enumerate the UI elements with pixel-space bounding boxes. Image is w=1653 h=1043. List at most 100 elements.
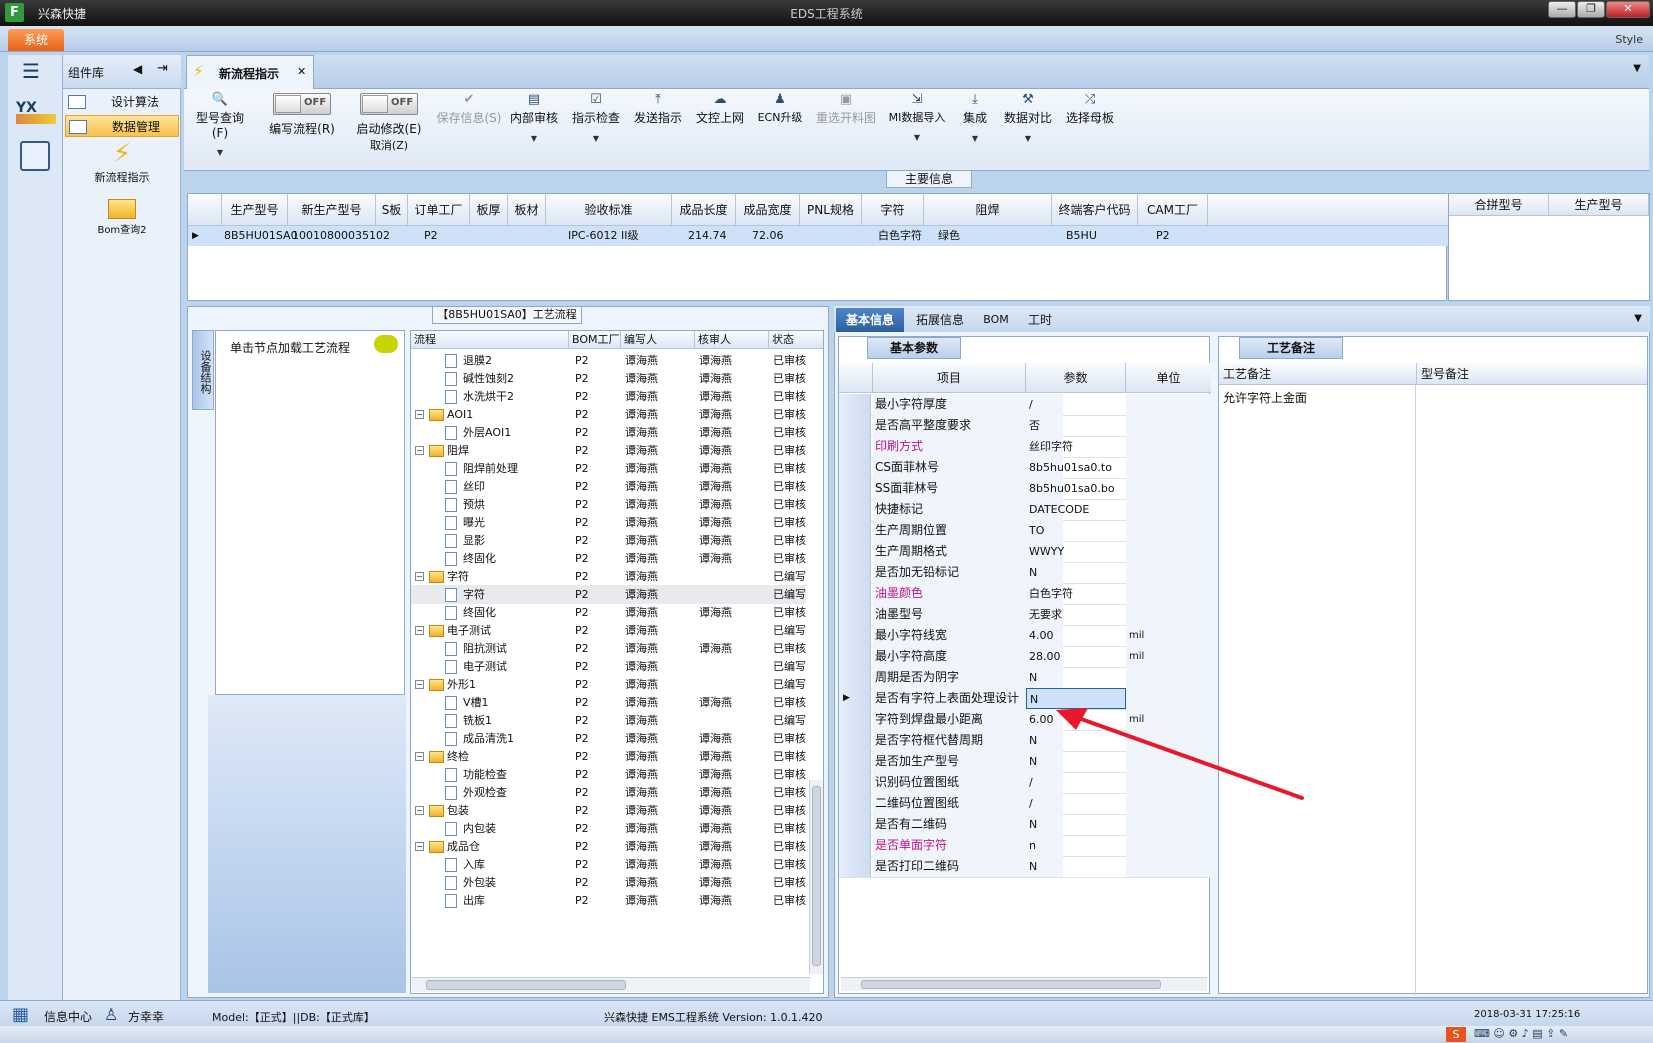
tree-header[interactable]: 状态 <box>769 331 823 349</box>
param-row[interactable]: 印刷方式 丝印字符 <box>839 436 1211 458</box>
row-selector[interactable] <box>839 499 871 520</box>
info-center-link[interactable]: 信息中心 <box>44 1008 92 1025</box>
row-selector[interactable] <box>839 583 871 604</box>
tab-bom[interactable]: BOM <box>976 308 1016 332</box>
param-row[interactable]: CS面菲林号 8b5hu01sa0.to <box>839 457 1211 479</box>
tab-basic-info[interactable]: 基本信息 <box>836 308 904 332</box>
instruction-check-button[interactable]: ☑ 指示检查 ▼ <box>568 89 624 171</box>
grid-header[interactable]: 工艺备注 <box>1219 363 1417 385</box>
grid-header[interactable]: 终端客户代码 <box>1052 194 1138 226</box>
collapse-left-icon[interactable]: ◀ <box>133 62 142 76</box>
tree-row[interactable]: 外包装 P2 谭海燕 谭海燕 已审核 <box>411 873 806 892</box>
row-selector[interactable] <box>839 793 871 814</box>
tree-row[interactable]: 丝印 P2 谭海燕 谭海燕 已审核 <box>411 477 806 496</box>
param-row[interactable]: 油墨颜色 白色字符 <box>839 583 1211 605</box>
grid-header[interactable]: 阻焊 <box>924 194 1052 226</box>
param-row[interactable]: 生产周期位置 TO <box>839 520 1211 542</box>
toggle-switch[interactable]: OFF <box>273 93 331 115</box>
row-selector[interactable] <box>839 835 871 856</box>
launcher-bom-query[interactable]: Bom查询2 <box>63 195 181 245</box>
row-selector[interactable] <box>839 814 871 835</box>
tree-header[interactable]: BOM工厂 <box>569 331 621 349</box>
grid-header[interactable]: 板材 <box>508 194 546 226</box>
param-row[interactable]: 是否单面字符 n <box>839 835 1211 857</box>
grid-header[interactable]: 订单工厂 <box>408 194 470 226</box>
tree-row[interactable]: 外层AOI1 P2 谭海燕 谭海燕 已审核 <box>411 423 806 442</box>
param-value[interactable]: 4.00 <box>1026 625 1126 646</box>
tree-row[interactable]: 外观检查 P2 谭海燕 谭海燕 已审核 <box>411 783 806 802</box>
scroll-thumb[interactable] <box>812 786 821 966</box>
row-selector[interactable] <box>839 625 871 646</box>
row-selector[interactable] <box>839 562 871 583</box>
tab-dropdown-icon[interactable]: ▼ <box>1633 63 1641 74</box>
collapse-node-icon[interactable]: − <box>415 572 424 581</box>
collapse-node-icon[interactable]: − <box>415 626 424 635</box>
tree-row[interactable]: 入库 P2 谭海燕 谭海燕 已审核 <box>411 855 806 874</box>
tree-header[interactable]: 编写人 <box>621 331 695 349</box>
scroll-thumb[interactable] <box>861 980 1161 989</box>
ecn-upgrade-button[interactable]: ♟ ECN升级 <box>752 89 808 171</box>
row-selector[interactable] <box>839 667 871 688</box>
grid-header[interactable]: 成品长度 <box>672 194 736 226</box>
param-row[interactable]: 是否高平整度要求否 <box>839 415 1211 437</box>
row-selector[interactable] <box>839 394 871 415</box>
row-selector[interactable]: ▶ <box>839 688 871 709</box>
row-selector[interactable] <box>839 541 871 562</box>
toggle-switch[interactable]: OFF <box>360 93 418 115</box>
tree-row[interactable]: 字符 P2 谭海燕 已编写 <box>411 585 806 604</box>
tree-row[interactable]: 水洗烘干2 P2 谭海燕 谭海燕 已审核 <box>411 387 806 406</box>
param-value[interactable]: WWYY <box>1026 541 1126 562</box>
tree-row[interactable]: 碱性蚀刻2 P2 谭海燕 谭海燕 已审核 <box>411 369 806 388</box>
param-row[interactable]: 是否加无铅标记 N <box>839 562 1211 584</box>
tree-row[interactable]: 出库 P2 谭海燕 谭海燕 已审核 <box>411 891 806 910</box>
side-tab-equipment[interactable]: 设备结构 <box>192 330 214 410</box>
ime-tray-icons[interactable]: ⌨ ☺ ⚙ ♪ ▤ ⇪ ✎ <box>1474 1027 1568 1040</box>
grid-header[interactable]: 项目 <box>873 363 1026 393</box>
param-value[interactable]: 丝印字符 <box>1026 436 1126 457</box>
row-selector[interactable] <box>839 436 871 457</box>
style-label[interactable]: Style <box>1615 33 1643 46</box>
param-row[interactable]: 油墨型号 无要求 <box>839 604 1211 626</box>
param-value[interactable]: 8b5hu01sa0.bo <box>1026 478 1126 499</box>
param-value[interactable]: 否 <box>1026 415 1126 436</box>
tree-row[interactable]: − 外形1 P2 谭海燕 已编写 <box>411 675 806 694</box>
mi-data-import-button[interactable]: ⇲ MI数据导入 ▼ <box>884 89 950 171</box>
tree-row[interactable]: 阻抗测试 P2 谭海燕 谭海燕 已审核 <box>411 639 806 658</box>
param-row[interactable]: 生产周期格式 WWYY <box>839 541 1211 563</box>
row-selector[interactable] <box>839 604 871 625</box>
save-info-button[interactable]: ✔ 保存信息(S) <box>436 89 502 171</box>
tree-row[interactable]: 预烘 P2 谭海燕 谭海燕 已审核 <box>411 495 806 514</box>
row-selector[interactable] <box>839 646 871 667</box>
row-selector[interactable] <box>839 457 871 478</box>
tree-row[interactable]: − 阻焊 P2 谭海燕 谭海燕 已审核 <box>411 441 806 460</box>
param-value[interactable]: N <box>1026 856 1126 877</box>
collapse-node-icon[interactable]: − <box>415 806 424 815</box>
scroll-thumb[interactable] <box>426 980 626 990</box>
collapse-node-icon[interactable]: − <box>415 842 424 851</box>
param-row[interactable]: 周期是否为阴字 N <box>839 667 1211 689</box>
param-value[interactable]: DATECODE <box>1026 499 1126 520</box>
row-selector[interactable] <box>839 772 871 793</box>
param-row[interactable]: 最小字符高度 28.00 mil <box>839 646 1211 668</box>
calculator-icon[interactable] <box>20 141 50 171</box>
param-value[interactable]: 白色字符 <box>1026 583 1126 604</box>
param-value[interactable]: 28.00 <box>1026 646 1126 667</box>
param-value[interactable]: N <box>1026 667 1126 688</box>
send-instruction-button[interactable]: ⤒ 发送指示 <box>630 89 686 171</box>
grid-header[interactable]: 字符 <box>862 194 924 226</box>
grid-header[interactable]: PNL规格 <box>800 194 862 226</box>
process-remark-text[interactable]: 允许字符上金面 <box>1223 389 1307 406</box>
maximize-button[interactable]: ❐ <box>1577 1 1605 18</box>
grid-header[interactable]: 生产型号 <box>1549 194 1649 216</box>
tree-row[interactable]: 成品清洗1 P2 谭海燕 谭海燕 已审核 <box>411 729 806 748</box>
param-value[interactable]: 8b5hu01sa0.to <box>1026 457 1126 478</box>
tree-header[interactable]: 核审人 <box>695 331 769 349</box>
tree-row[interactable]: 退膜2 P2 谭海燕 谭海燕 已审核 <box>411 351 806 370</box>
tree-row[interactable]: 阻焊前处理 P2 谭海燕 谭海燕 已审核 <box>411 459 806 478</box>
grid-header[interactable]: 新生产型号 <box>288 194 376 226</box>
param-value[interactable]: N <box>1026 562 1126 583</box>
row-selector[interactable] <box>839 478 871 499</box>
system-menu[interactable]: 系统 <box>8 29 64 51</box>
collapse-node-icon[interactable]: − <box>415 680 424 689</box>
tree-row[interactable]: 终固化 P2 谭海燕 谭海燕 已审核 <box>411 549 806 568</box>
